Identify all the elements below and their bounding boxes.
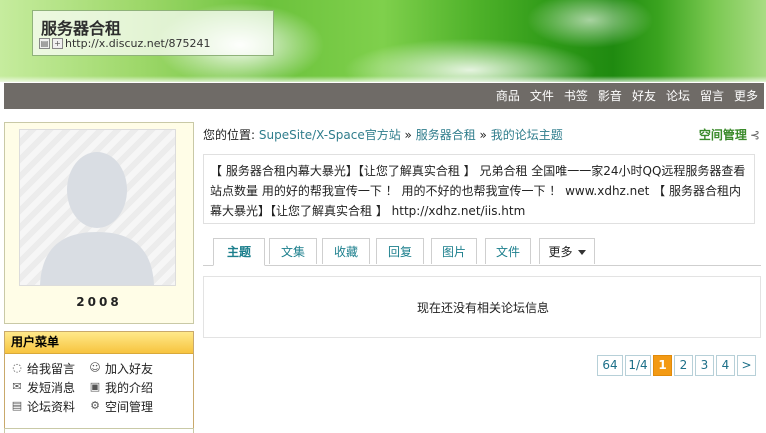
page-2-link[interactable]: 2 bbox=[674, 355, 693, 376]
tab-favorites[interactable]: 收藏 bbox=[322, 238, 370, 264]
menu-item-add-friend[interactable]: ☺ 加入好友 bbox=[89, 360, 189, 376]
comment-icon: ◌ bbox=[12, 361, 22, 374]
content-tabs: 主题 文集 收藏 回复 图片 文件 更多 bbox=[203, 237, 761, 266]
forum-list-panel: 现在还没有相关论坛信息 bbox=[203, 276, 761, 338]
username[interactable]: 2008 bbox=[5, 295, 193, 309]
menu-item-space-manage[interactable]: ⚙ 空间管理 bbox=[89, 398, 189, 414]
breadcrumb-separator: » bbox=[404, 128, 412, 142]
settings-icon: ⚙ bbox=[90, 399, 100, 412]
breadcrumb-link-home[interactable]: SupeSite/X-Space官方站 bbox=[259, 128, 401, 142]
site-url[interactable]: http://x.discuz.net/875241 bbox=[65, 37, 211, 50]
user-menu-title: 用户菜单 bbox=[5, 332, 193, 354]
space-manage-link[interactable]: 空间管理 ⊰ bbox=[699, 126, 760, 143]
add-friend-icon: ☺ bbox=[89, 361, 101, 374]
user-menu: 用户菜单 ◌ 给我留言 ☺ 加入好友 ✉ 发短消息 ▣ 我的介绍 ▤ 论坛资料 … bbox=[4, 331, 194, 429]
nav-item-media[interactable]: 影音 bbox=[598, 83, 622, 109]
chevron-down-icon bbox=[577, 250, 586, 255]
default-avatar-icon bbox=[40, 152, 154, 285]
menu-item-send-message[interactable]: ✉ 发短消息 bbox=[11, 379, 89, 395]
pagination: 64 1/4 1 2 3 4 > bbox=[597, 355, 756, 376]
page-total-count: 64 bbox=[597, 355, 623, 376]
nav-item-forum[interactable]: 论坛 bbox=[666, 83, 690, 109]
site-url-row: ▤ + http://x.discuz.net/875241 bbox=[39, 37, 211, 50]
breadcrumb-prefix: 您的位置: bbox=[203, 128, 256, 142]
profile-card-icon: ▣ bbox=[89, 380, 101, 393]
page-icon[interactable]: ▤ bbox=[39, 38, 50, 49]
page-4-link[interactable]: 4 bbox=[716, 355, 735, 376]
breadcrumb-separator: » bbox=[479, 128, 487, 142]
nav-item-files[interactable]: 文件 bbox=[530, 83, 554, 109]
page-3-link[interactable]: 3 bbox=[695, 355, 714, 376]
forum-info-icon: ▤ bbox=[11, 399, 23, 412]
tab-replies[interactable]: 回复 bbox=[376, 238, 424, 264]
page-indicator: 1/4 bbox=[625, 355, 651, 376]
empty-message: 现在还没有相关论坛信息 bbox=[416, 301, 549, 315]
nav-item-friends[interactable]: 好友 bbox=[632, 83, 656, 109]
tab-topics[interactable]: 主题 bbox=[213, 238, 265, 266]
menu-item-forum-info[interactable]: ▤ 论坛资料 bbox=[11, 398, 89, 414]
menu-item-leave-message[interactable]: ◌ 给我留言 bbox=[11, 360, 89, 376]
nav-item-messages[interactable]: 留言 bbox=[700, 83, 724, 109]
settings-arrow-icon: ⊰ bbox=[749, 127, 760, 142]
site-title[interactable]: 服务器合租 bbox=[41, 15, 121, 39]
breadcrumb: 您的位置: SupeSite/X-Space官方站 » 服务器合租 » 我的论坛… bbox=[203, 126, 563, 143]
tab-images[interactable]: 图片 bbox=[431, 238, 477, 264]
tab-more-dropdown[interactable]: 更多 bbox=[539, 238, 595, 264]
header-banner: 服务器合租 ▤ + http://x.discuz.net/875241 bbox=[0, 0, 766, 82]
menu-item-my-intro[interactable]: ▣ 我的介绍 bbox=[89, 379, 189, 395]
next-page-button[interactable]: > bbox=[737, 355, 756, 376]
add-favorite-icon[interactable]: + bbox=[52, 38, 63, 49]
next-panel-edge bbox=[4, 428, 194, 433]
mail-icon: ✉ bbox=[12, 380, 22, 393]
profile-panel: 2008 bbox=[4, 122, 194, 324]
nav-item-goods[interactable]: 商品 bbox=[496, 83, 520, 109]
avatar[interactable] bbox=[19, 129, 176, 286]
page-1-current[interactable]: 1 bbox=[653, 355, 672, 376]
tab-articles[interactable]: 文集 bbox=[269, 238, 317, 264]
main-nav: 商品 文件 书签 影音 好友 论坛 留言 更多 bbox=[4, 83, 764, 109]
announcement-text: 【 服务器合租内幕大暴光】【让您了解真实合租 】 兄弟合租 全国唯一一家24小时… bbox=[203, 154, 755, 224]
site-title-box: 服务器合租 ▤ + http://x.discuz.net/875241 bbox=[32, 10, 274, 56]
nav-item-bookmarks[interactable]: 书签 bbox=[564, 83, 588, 109]
tab-files[interactable]: 文件 bbox=[485, 238, 531, 264]
breadcrumb-link-site[interactable]: 服务器合租 bbox=[416, 128, 476, 142]
nav-item-more[interactable]: 更多 bbox=[734, 83, 758, 109]
breadcrumb-link-current[interactable]: 我的论坛主题 bbox=[491, 128, 563, 142]
